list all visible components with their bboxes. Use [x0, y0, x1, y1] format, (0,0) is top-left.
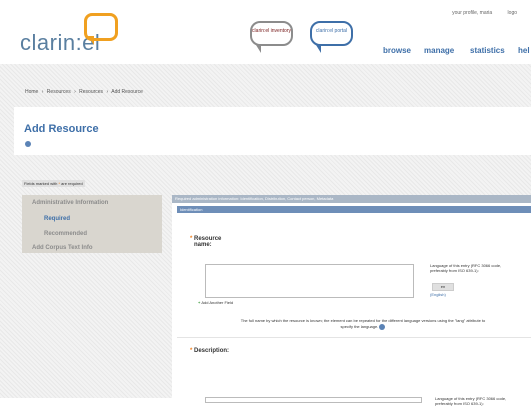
tab-required[interactable]: Required — [44, 216, 70, 222]
profile-link[interactable]: your profile, maria — [452, 10, 492, 16]
required-star-icon: * — [190, 236, 193, 242]
required-star-icon: * — [190, 348, 193, 354]
breadcrumb-home[interactable]: Home — [25, 89, 38, 95]
resource-name-help: The full name by which the resource is k… — [238, 318, 488, 330]
breadcrumb-sep: › — [41, 89, 44, 95]
breadcrumb-resources[interactable]: Resources — [47, 89, 71, 95]
add-another-field[interactable]: +Add Another Field — [198, 300, 233, 305]
page-title: Add Resource — [24, 123, 99, 135]
logo-bubble-tail-icon — [88, 36, 94, 45]
portal-bubble-tail-icon — [316, 45, 321, 53]
nav-browse[interactable]: browse — [383, 46, 411, 55]
resource-name-lang-link[interactable]: (English) — [430, 292, 446, 297]
inventory-link[interactable]: clarin:el inventory — [250, 21, 293, 46]
add-corpus-text-info[interactable]: Add Corpus Text Info — [32, 245, 93, 251]
required-note-suffix: are required — [61, 181, 83, 186]
top-links: your profile, maria logo — [452, 10, 531, 16]
divider — [177, 337, 531, 338]
inventory-bubble-tail-icon — [256, 45, 261, 53]
description-label: * Description: — [190, 348, 229, 354]
nav-statistics[interactable]: statistics — [470, 46, 505, 55]
logout-link[interactable]: logo — [508, 10, 517, 16]
tab-identification[interactable]: Identification — [177, 206, 531, 213]
breadcrumb-sep: › — [74, 89, 76, 95]
resource-name-label: * Resource name: — [190, 236, 221, 248]
breadcrumb-current: Add Resource — [111, 89, 143, 95]
add-another-field-label: Add Another Field — [201, 300, 234, 305]
resource-name-lang-note: Language of this entry (RFC 3066 code, p… — [430, 263, 502, 273]
section-administrative-info[interactable]: Administrative Information — [32, 200, 108, 206]
help-icon[interactable] — [25, 141, 31, 147]
breadcrumb-resources-2[interactable]: Resources — [79, 89, 103, 95]
content-header: Required administration information: Ide… — [172, 195, 531, 203]
nav-manage[interactable]: manage — [424, 46, 454, 55]
header: clarin:el clarin:el inventory clarin:el … — [0, 0, 531, 64]
resource-name-help-text: The full name by which the resource is k… — [240, 318, 486, 330]
portal-link[interactable]: clarin:el portal — [310, 21, 353, 46]
plus-icon: + — [198, 300, 201, 305]
resource-name-textarea[interactable] — [205, 264, 414, 298]
breadcrumb-sep: › — [106, 89, 109, 95]
resource-name-lang-input[interactable]: en — [432, 283, 454, 291]
info-icon[interactable] — [379, 324, 386, 330]
title-box: Add Resource — [14, 107, 531, 155]
description-label-text: Description: — [194, 348, 230, 354]
breadcrumb: Home › Resources › Resources › Add Resou… — [25, 89, 145, 95]
required-star-icon: * — [58, 181, 61, 186]
left-panel: Administrative Information Required Reco… — [22, 195, 162, 253]
required-note: Fields marked with * are required — [22, 180, 85, 187]
nav-help[interactable]: hel — [518, 46, 530, 55]
tab-recommended[interactable]: Recommended — [44, 231, 87, 237]
resource-name-label-line2: name: — [194, 242, 212, 248]
required-note-prefix: Fields marked with — [24, 181, 58, 186]
content-panel: Required administration information: Ide… — [172, 195, 531, 406]
